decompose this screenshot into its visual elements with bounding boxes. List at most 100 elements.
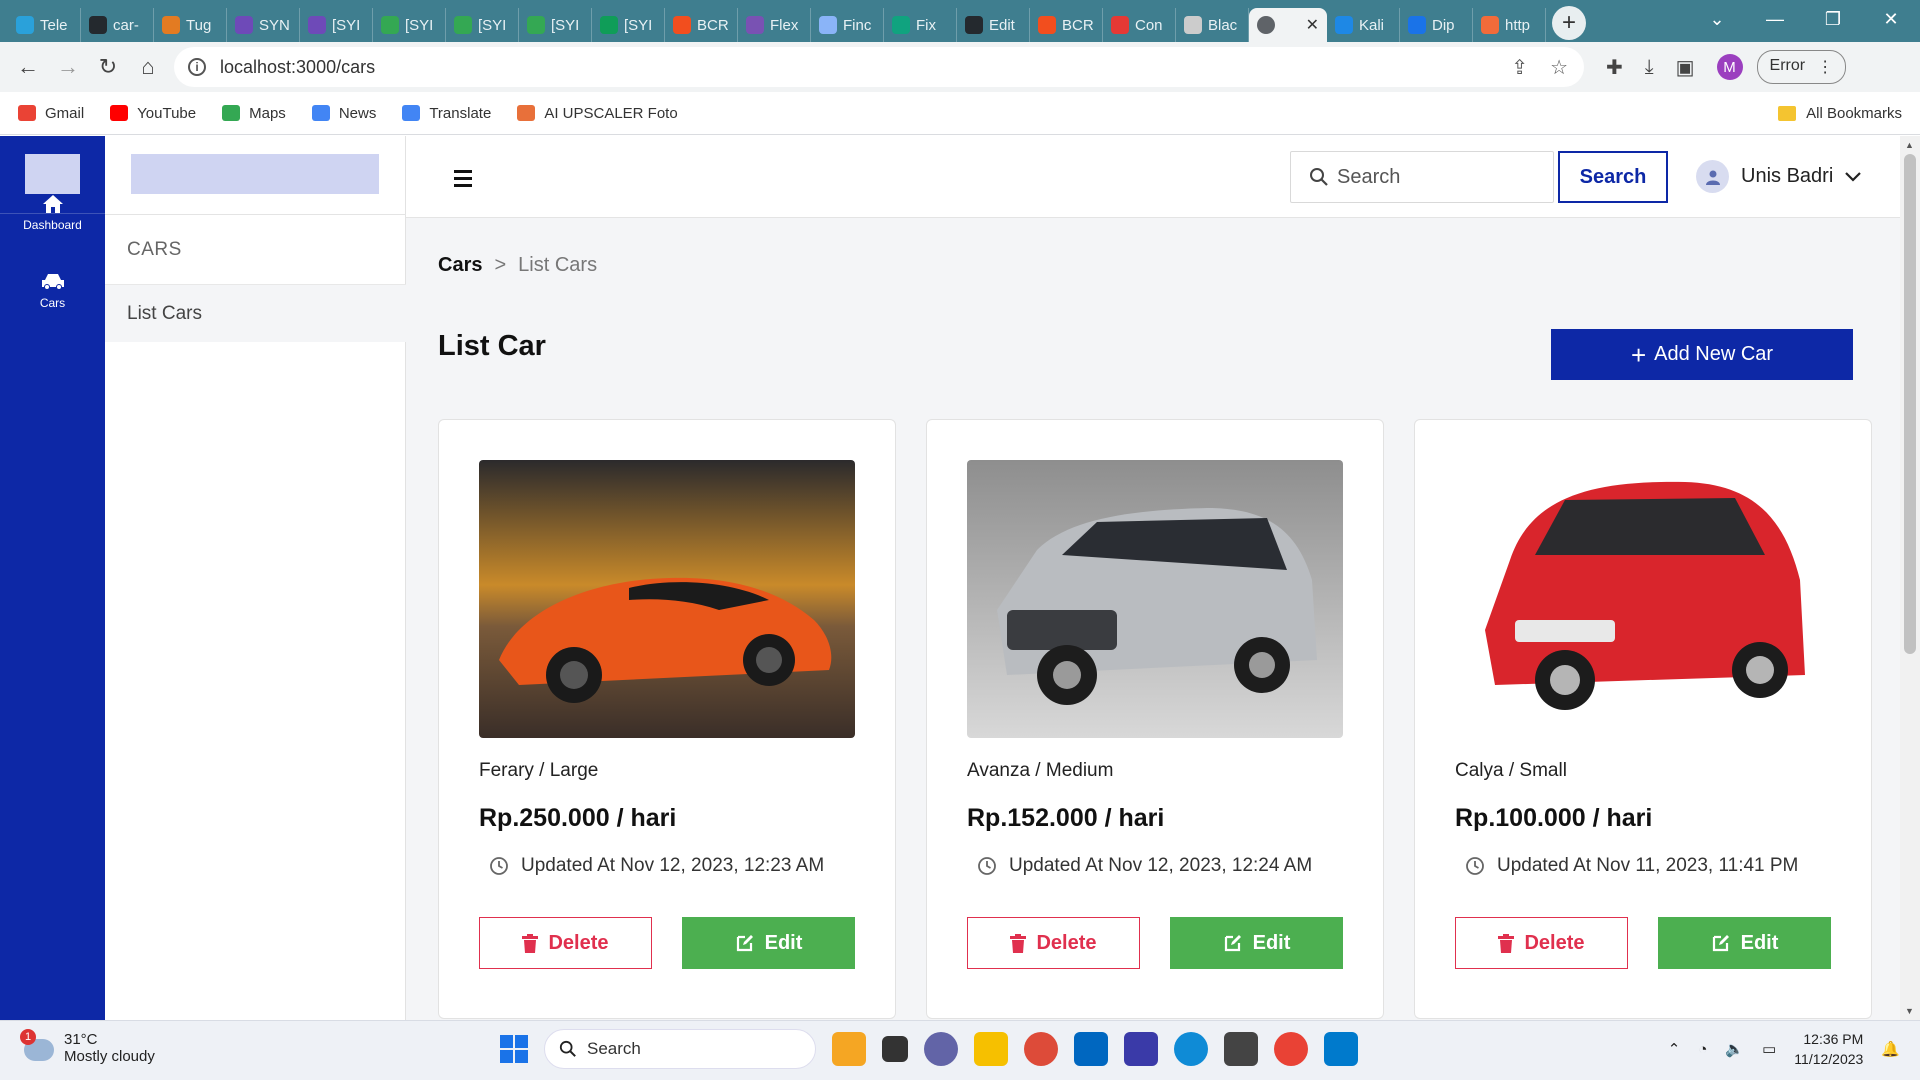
side-panel-icon[interactable]: ▣ [1676, 55, 1695, 80]
taskbar-search[interactable]: Search [544, 1029, 816, 1069]
delete-button[interactable]: Delete [479, 917, 652, 969]
notification-badge: 1 [20, 1029, 36, 1045]
store-icon[interactable] [1074, 1032, 1108, 1066]
bookmark-item[interactable]: Gmail [18, 105, 84, 122]
rail-item-dashboard[interactable]: Dashboard [0, 194, 105, 232]
search-button[interactable]: Search [1558, 151, 1668, 203]
bookmark-item[interactable]: Translate [402, 105, 491, 122]
tab-label: Con [1135, 16, 1163, 34]
browser-tab[interactable]: Tele [8, 8, 81, 42]
teams-icon[interactable] [924, 1032, 958, 1066]
browser-tab[interactable]: Fix [884, 8, 957, 42]
download-icon[interactable]: ⤓ [1645, 56, 1654, 79]
edit-button[interactable]: Edit [1170, 917, 1343, 969]
profile-avatar[interactable]: M [1716, 54, 1743, 80]
scroll-down-icon[interactable]: ▼ [1905, 1006, 1914, 1016]
browser-tab[interactable]: http [1473, 8, 1546, 42]
address-bar[interactable]: i localhost:3000/cars ⇪ ☆ [174, 47, 1584, 87]
browser-tab[interactable]: Con [1103, 8, 1176, 42]
browser-tab[interactable]: Flex [738, 8, 811, 42]
close-tab-icon[interactable]: ✕ [1306, 15, 1319, 35]
site-info-icon[interactable]: i [188, 58, 206, 76]
browser-tab[interactable]: [SYI [446, 8, 519, 42]
search-input[interactable]: Search [1290, 151, 1554, 203]
chrome-profile-icon[interactable] [1274, 1032, 1308, 1066]
wifi-icon[interactable]: ◔ [1698, 1041, 1707, 1058]
main-content: Cars > List Cars List Car + Add New Car … [406, 218, 1900, 1020]
close-window-icon[interactable]: ✕ [1862, 0, 1920, 38]
new-tab-button[interactable]: + [1552, 6, 1586, 40]
browser-tab[interactable]: Finc [811, 8, 884, 42]
browser-tab[interactable]: car- [81, 8, 154, 42]
copilot-icon[interactable] [832, 1032, 866, 1066]
tab-search-icon[interactable]: ⌄ [1688, 0, 1746, 38]
app-icon[interactable] [1224, 1032, 1258, 1066]
browser-tab[interactable]: SYN [227, 8, 300, 42]
home-icon[interactable]: ⌂ [128, 47, 168, 87]
task-view-icon[interactable] [882, 1036, 908, 1062]
browser-tab[interactable]: [SYI [373, 8, 446, 42]
bookmark-item[interactable]: Maps [222, 105, 286, 122]
tab-favicon-icon [1038, 16, 1056, 34]
extensions-icon[interactable]: ✚ [1606, 55, 1623, 80]
edit-button[interactable]: Edit [682, 917, 855, 969]
tab-label: [SYI [624, 16, 653, 34]
weather-widget[interactable]: 1 31°C Mostly cloudy [20, 1029, 155, 1065]
sidebar-item-list-cars[interactable]: List Cars [105, 285, 406, 342]
trash-icon [522, 933, 539, 953]
car-image [479, 460, 855, 738]
clock-icon [978, 857, 996, 875]
car-updated-at: Updated At Nov 12, 2023, 12:23 AM [489, 855, 824, 877]
bookmark-item[interactable]: News [311, 105, 376, 122]
hamburger-menu-icon[interactable] [454, 170, 472, 191]
trash-icon [1498, 933, 1515, 953]
back-icon[interactable]: ← [8, 47, 48, 87]
tab-label: car- [113, 16, 139, 34]
restore-icon[interactable]: ❐ [1804, 0, 1862, 38]
battery-icon[interactable]: ▭ [1762, 1040, 1776, 1058]
rail-logo-placeholder [25, 154, 80, 194]
chrome-icon[interactable] [1024, 1032, 1058, 1066]
share-icon[interactable]: ⇪ [1511, 55, 1528, 80]
browser-tab[interactable]: BCR [665, 8, 738, 42]
browser-tab[interactable]: [SYI [519, 8, 592, 42]
reload-icon[interactable]: ↻ [88, 47, 128, 87]
delete-button[interactable]: Delete [1455, 917, 1628, 969]
error-menu-button[interactable]: Error ⋮ [1756, 50, 1847, 84]
browser-tab[interactable]: Blac [1176, 8, 1249, 42]
browser-tab[interactable]: BCR [1030, 8, 1103, 42]
notification-bell-icon[interactable]: 🔔 [1881, 1040, 1900, 1058]
bookmark-item[interactable]: AI UPSCALER Foto [517, 105, 678, 122]
windows-start-icon[interactable] [500, 1035, 528, 1063]
edge-icon[interactable] [1174, 1032, 1208, 1066]
tab-label: [SYI [551, 16, 580, 34]
user-menu[interactable]: Unis Badri [1696, 160, 1862, 193]
minimize-icon[interactable]: — [1746, 0, 1804, 38]
volume-icon[interactable]: 🔈 [1725, 1040, 1744, 1058]
clock[interactable]: 12:36 PM 11/12/2023 [1794, 1029, 1863, 1069]
bookmark-item[interactable]: YouTube [110, 105, 196, 122]
scroll-up-icon[interactable]: ▲ [1905, 140, 1914, 150]
browser-tab[interactable]: [SYI [300, 8, 373, 42]
file-explorer-icon[interactable] [974, 1032, 1008, 1066]
tab-active[interactable]: ✕ [1249, 8, 1327, 42]
all-bookmarks[interactable]: All Bookmarks [1778, 105, 1902, 122]
page-scrollbar[interactable]: ▲ ▼ [1900, 136, 1920, 1020]
bookmark-star-icon[interactable]: ☆ [1550, 55, 1568, 80]
forward-icon[interactable]: → [48, 47, 88, 87]
vscode-icon[interactable] [1324, 1032, 1358, 1066]
scrollbar-thumb[interactable] [1904, 154, 1916, 654]
chevron-up-icon[interactable]: ⌃ [1668, 1040, 1681, 1058]
browser-tab[interactable]: Edit [957, 8, 1030, 42]
browser-tab[interactable]: Kali [1327, 8, 1400, 42]
tab-label: [SYI [332, 16, 361, 34]
add-new-car-button[interactable]: + Add New Car [1551, 329, 1853, 380]
breadcrumb-root[interactable]: Cars [438, 254, 482, 277]
rail-item-cars[interactable]: Cars [0, 272, 105, 310]
browser-tab[interactable]: Dip [1400, 8, 1473, 42]
delete-button[interactable]: Delete [967, 917, 1140, 969]
browser-tab[interactable]: Tug [154, 8, 227, 42]
edit-button[interactable]: Edit [1658, 917, 1831, 969]
app-icon[interactable] [1124, 1032, 1158, 1066]
browser-tab[interactable]: [SYI [592, 8, 665, 42]
